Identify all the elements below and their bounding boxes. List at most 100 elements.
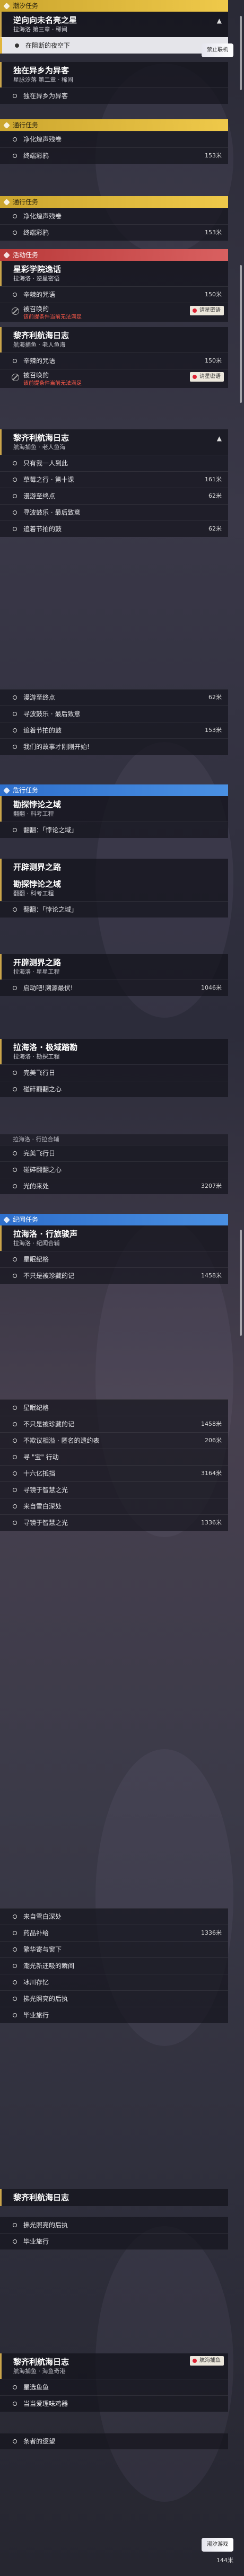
quest-objective[interactable]: 草莓之行 · 第十课 161米 (0, 471, 228, 488)
quest-objective[interactable]: 寻波鼓乐 · 最后致意 (0, 504, 228, 521)
quest-objective[interactable]: 净化煌声残卷 (0, 208, 228, 224)
quest-objective[interactable]: 药品补给 1336米 (0, 1925, 228, 1941)
diamond-icon (3, 1216, 10, 1223)
quest-objective[interactable]: 终端彩鸦 153米 (0, 147, 228, 164)
quest-objective[interactable]: 寻镜于智慧之光 (0, 1481, 228, 1498)
quest-objective[interactable]: 星选鱼鱼 (0, 2379, 228, 2395)
quest-title-block[interactable]: 开辟测界之路 拉海洛 · 星星工程 (0, 954, 228, 980)
quest-title-block[interactable]: 黎齐利航海日志 航海捕鱼 · 老人鱼海 (0, 327, 228, 352)
quest-title-block[interactable]: 拉海洛 · 行旅骏声 拉海洛 · 纪闻合辅 (0, 1225, 228, 1251)
quest-category-header[interactable]: 危行任务 (0, 784, 228, 796)
objective-label: 启动吧!溯源最伏! (23, 984, 73, 992)
circle-icon (13, 1087, 17, 1091)
quest-title-block[interactable]: 黎齐利航海日志 航海捕鱼 · 老人鱼海 ▲ (0, 429, 228, 455)
quest-title: 黎齐利航海日志 (13, 331, 69, 340)
objective-label: 当当爱理味鸡器 (23, 2400, 68, 2407)
quest-objective[interactable]: 完美飞行日 (0, 1145, 228, 1161)
quest-objective[interactable]: 拂光照亮的后执 (0, 1990, 228, 2007)
quest-objective[interactable]: 我们的故事才刚刚开始! (0, 738, 228, 755)
quest-objective[interactable]: 辛辣的咒语 150米 (0, 352, 228, 369)
quest-objective[interactable]: 潮光新还吸的瞬间 (0, 1957, 228, 1974)
quest-objective[interactable]: 终端彩鸦 153米 (0, 224, 228, 241)
objective-label: 完美飞行日 (23, 1150, 56, 1157)
quest-title-block[interactable]: 拉海洛 · 极域踏勘 拉海洛 · 勘探工程 (0, 1039, 228, 1064)
objective-label: 星选鱼鱼 (23, 2384, 49, 2391)
quest-category-header[interactable]: 纪闻任务 (0, 1214, 228, 1225)
circle-icon (13, 986, 17, 990)
quest-objective[interactable]: 十六亿抵挡 3164米 (0, 1465, 228, 1481)
quest-title-block[interactable]: 勘探悖论之域 翻翻 · 科考工程 (0, 796, 228, 822)
quest-objective[interactable]: 碰碎翻翻之心 (0, 1081, 228, 1097)
quest-objective[interactable]: 不只是被珍藏的记 1458米 (0, 1416, 228, 1432)
quest-objective[interactable]: 追着节拍的鼓 153米 (0, 722, 228, 738)
scrollbar[interactable] (240, 16, 242, 90)
quest-objective[interactable]: 当当爱理味鸡器 (0, 2395, 228, 2412)
scrollbar[interactable] (240, 265, 242, 403)
quest-objective[interactable]: 寻 "宝" 行动 (0, 1449, 228, 1465)
distance-label: 153米 (205, 727, 222, 734)
quest-objective[interactable]: 寻镜于智慧之光 1336米 (0, 1514, 228, 1531)
distance-label: 144米 (216, 2557, 233, 2564)
objective-label: 冰川存忆 (23, 1979, 49, 1986)
quest-title-block[interactable]: 开辟测界之路 (0, 859, 228, 876)
chevron-up-icon[interactable]: ▲ (217, 17, 222, 24)
circle-icon (13, 2223, 17, 2227)
quest-objective[interactable]: 不只是被珍藏的记 1458米 (0, 1267, 228, 1284)
circle-icon (13, 214, 17, 218)
quest-category-header[interactable]: 活动任务 (0, 249, 228, 261)
quest-title: 开辟测界之路 (13, 862, 62, 872)
circle-icon (13, 1488, 17, 1492)
quest-objective-active[interactable]: 在阻断的夜空下 (0, 37, 228, 54)
quest-objective[interactable]: 净化煌声残卷 (0, 131, 228, 147)
quest-title-block[interactable]: 独在异乡为异客 星脉汐落 第二章 · 稀间 (0, 62, 228, 87)
quest-category-header[interactable]: 潮汐任务 (0, 0, 228, 12)
quest-objective[interactable]: 追着节拍的鼓 62米 (0, 521, 228, 537)
quest-title-block[interactable]: 星彩学院逸话 拉海洛 · 逆星密语 (0, 261, 228, 286)
quest-objective[interactable]: 来自雪白深处 (0, 1908, 228, 1925)
quest-objective[interactable]: 星眠纪格 (0, 1251, 228, 1267)
quest-panel-2: 通行任务 净化煌声残卷 终端彩鸦 153米 (0, 119, 228, 164)
quest-objective[interactable]: 星眠纪格 (0, 1399, 228, 1416)
quest-objective[interactable]: 不欺议相溢 · 匿名的遗约表 206米 (0, 1432, 228, 1449)
distance-label: 150米 (205, 357, 222, 364)
quest-objective[interactable]: 拂光照亮的后执 (0, 2217, 228, 2233)
quest-objective[interactable]: 翻翻：「悖论之域」 (0, 901, 228, 918)
quest-objective[interactable]: 毕业旅行 (0, 2007, 228, 2023)
quest-objective[interactable]: 繁华寄与窗下 (0, 1941, 228, 1957)
quest-objective[interactable]: 碰碎翻翻之心 (0, 1161, 228, 1178)
multiplayer-disabled-badge: 禁止联机 (202, 43, 233, 57)
circle-icon (13, 137, 17, 142)
objective-label: 翻翻：「悖论之域」 (23, 826, 78, 834)
quest-title-block[interactable]: 黎齐利航海日志 航海捕鱼 · 海鱼奇港 航海捕鱼 (0, 2353, 228, 2379)
quest-objective-locked[interactable]: 被召唤的 该前提条件当前无法满足 请星密语 (0, 369, 228, 388)
quest-objective[interactable]: 翻翻：「悖论之域」 (0, 822, 228, 838)
chevron-up-icon[interactable]: ▲ (217, 435, 222, 442)
quest-objective-locked[interactable]: 被召唤的 该前提条件当前无法满足 请星密语 (0, 303, 228, 322)
quest-objective[interactable]: 独在异乡为异客 (0, 87, 228, 104)
scrollbar[interactable] (240, 1230, 242, 1336)
distance-label: 3207米 (201, 1183, 222, 1189)
event-tag: 航海捕鱼 (190, 2356, 224, 2366)
quest-objective[interactable]: 冰川存忆 (0, 1974, 228, 1990)
quest-objective[interactable]: 完美飞行日 (0, 1064, 228, 1081)
quest-objective[interactable]: 只有我一人到此 (0, 455, 228, 471)
quest-objective[interactable]: 启动吧!溯源最伏! 1046米 (0, 980, 228, 996)
quest-objective[interactable]: 条者的逻望 (0, 2433, 228, 2449)
quest-objective[interactable]: 光的来处 3207米 (0, 1178, 228, 1194)
quest-title-block[interactable]: 勘探悖论之域 翻翻 · 科考工程 (0, 876, 228, 901)
quest-objective[interactable]: 毕业旅行 (0, 2233, 228, 2249)
quest-objective[interactable]: 来自雪白深处 (0, 1498, 228, 1514)
quest-category-header[interactable]: 通行任务 (0, 119, 228, 131)
quest-category-header[interactable]: 通行任务 (0, 196, 228, 208)
objective-label: 毕业旅行 (23, 2238, 49, 2245)
circle-icon (13, 695, 17, 700)
quest-objective[interactable]: 寻波鼓乐 · 最后致意 (0, 705, 228, 722)
quest-objective[interactable]: 漫游至终点 62米 (0, 488, 228, 504)
header-label: 纪闻任务 (13, 1216, 39, 1223)
quest-title-block[interactable]: 黎齐利航海日志 (0, 2189, 228, 2206)
quest-objective[interactable]: 辛辣的咒语 150米 (0, 286, 228, 303)
quest-title: 逆向向未名亮之星 (13, 15, 77, 25)
quest-objective[interactable]: 漫游至终点 62米 (0, 689, 228, 705)
objective-label: 繁华寄与窗下 (23, 1946, 62, 1953)
quest-title-block[interactable]: 逆向向未名亮之星 拉海洛 第三章 · 稀间 ▲ (0, 12, 228, 37)
